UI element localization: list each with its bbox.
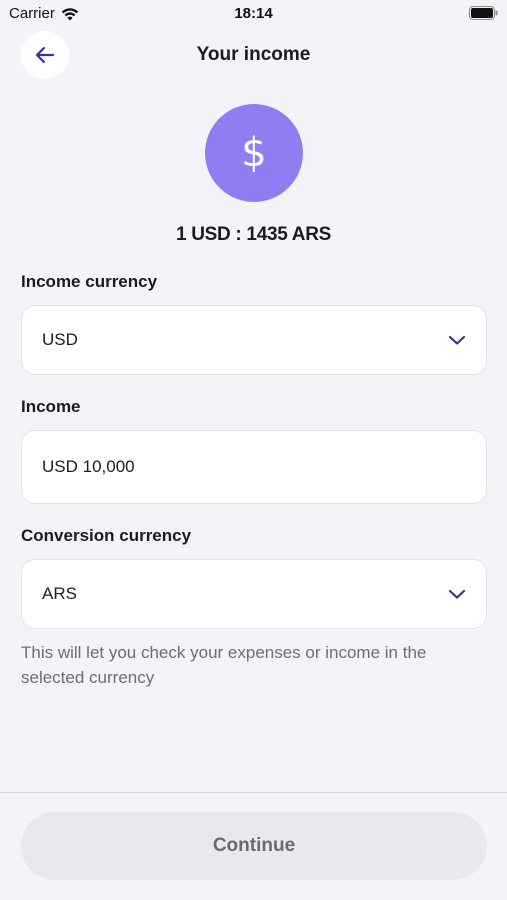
screen: Carrier 18:14 Your income $ 1 USD : 1435…	[0, 0, 507, 900]
conversion-currency-value: ARS	[42, 584, 77, 603]
footer-divider	[0, 792, 507, 793]
helper-text: This will let you check your expenses or…	[21, 643, 427, 687]
chevron-down-icon	[448, 335, 466, 345]
status-bar: Carrier 18:14	[0, 0, 507, 28]
conversion-currency-select[interactable]: ARS	[21, 559, 487, 629]
chevron-down-icon	[448, 589, 466, 599]
continue-label: Continue	[212, 835, 296, 856]
income-currency-select[interactable]: USD	[21, 305, 487, 375]
continue-button[interactable]: Continue	[21, 812, 487, 880]
income-currency-value: USD	[42, 330, 78, 349]
income-label: Income	[21, 397, 81, 416]
battery-icon	[469, 6, 498, 20]
income-input[interactable]: USD 10,000	[21, 430, 487, 504]
status-time: 18:14	[234, 5, 273, 22]
income-value: USD 10,000	[42, 457, 135, 476]
income-currency-label: Income currency	[21, 272, 158, 291]
dollar-icon: $	[241, 130, 267, 176]
conversion-currency-label: Conversion currency	[21, 526, 192, 545]
exchange-rate: 1 USD : 1435 ARS	[175, 224, 331, 245]
currency-badge: $	[205, 104, 303, 202]
page-title: Your income	[196, 44, 311, 65]
